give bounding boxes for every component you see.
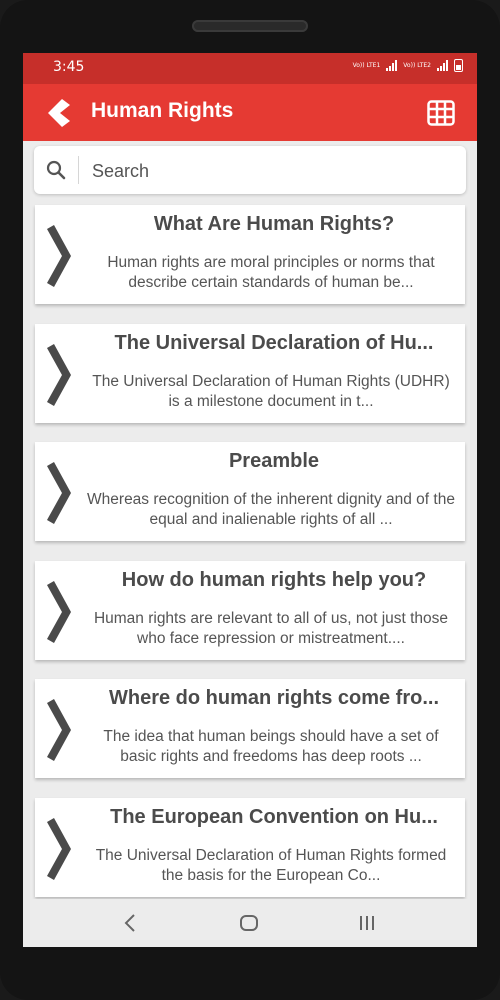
nav-home-icon[interactable] xyxy=(239,914,259,932)
item-title: The European Convention on Hu... xyxy=(110,806,438,828)
item-title: What Are Human Rights? xyxy=(153,213,395,235)
search-divider xyxy=(78,156,79,184)
sim1-text: Vo)) LTE1 xyxy=(352,62,381,69)
chevron-right-icon xyxy=(47,699,71,761)
item-title: Preamble xyxy=(228,450,320,472)
list-item[interactable]: The European Convention on Hu... The Univ… xyxy=(35,798,465,897)
item-title: How do human rights help you? xyxy=(121,569,427,591)
list-item[interactable]: The Universal Declaration of Hu... The Un… xyxy=(35,324,465,423)
search-icon xyxy=(46,160,66,180)
grid-view-button[interactable] xyxy=(427,100,455,126)
list-item[interactable]: What Are Human Rights? Human rights are m… xyxy=(35,205,465,304)
grid-icon xyxy=(427,100,455,126)
battery-icon xyxy=(454,59,463,72)
item-description: Human rights are moral principles or nor… xyxy=(107,254,435,291)
item-description: Whereas recognition of the inherent dign… xyxy=(87,491,455,528)
app-bar: Human Rights xyxy=(23,84,477,141)
item-title: The Universal Declaration of Hu... xyxy=(114,332,434,354)
item-description: The idea that human beings should have a… xyxy=(103,728,439,765)
list-item[interactable]: How do human rights help you? Human right… xyxy=(35,561,465,660)
chevron-right-icon xyxy=(47,225,71,287)
search-input[interactable] xyxy=(90,155,454,187)
chevron-right-icon xyxy=(47,462,71,524)
back-arrow-icon xyxy=(48,99,70,127)
item-title: Where do human rights come fro... xyxy=(108,687,440,709)
earpiece-speaker xyxy=(192,20,308,32)
chevron-right-icon xyxy=(47,344,71,406)
item-description: The Universal Declaration of Human Right… xyxy=(92,373,450,410)
list-item[interactable]: Where do human rights come fro... The ide… xyxy=(35,679,465,778)
nav-recents-icon[interactable] xyxy=(358,913,376,933)
chevron-right-icon xyxy=(47,818,71,880)
status-icons: Vo)) LTE1 Vo)) LTE2 xyxy=(353,59,463,72)
status-bar: 3:45 Vo)) LTE1 Vo)) LTE2 xyxy=(23,53,477,84)
back-button[interactable] xyxy=(45,97,77,129)
search-bar[interactable] xyxy=(34,146,466,194)
sim1-label: Vo)) LTE1 xyxy=(353,62,381,69)
system-nav-bar xyxy=(23,899,477,947)
sim2-label: Vo)) LTE2 xyxy=(403,62,431,69)
sim2-text: Vo)) LTE2 xyxy=(403,62,431,69)
item-description: Human rights are relevant to all of us, … xyxy=(93,610,449,647)
chevron-right-icon xyxy=(47,581,71,643)
signal-icon xyxy=(386,60,398,71)
status-time: 3:45 xyxy=(53,59,85,75)
item-description: The Universal Declaration of Human Right… xyxy=(95,847,447,884)
signal-icon xyxy=(437,60,448,71)
page-title: Human Rights xyxy=(91,99,234,122)
screen: 3:45 Vo)) LTE1 Vo)) LTE2 Human Rights Se… xyxy=(23,53,477,947)
nav-back-icon[interactable] xyxy=(121,912,141,934)
phone-frame: 3:45 Vo)) LTE1 Vo)) LTE2 Human Rights Se… xyxy=(0,0,500,1000)
list-item[interactable]: Preamble Whereas recognition of the inher… xyxy=(35,442,465,541)
